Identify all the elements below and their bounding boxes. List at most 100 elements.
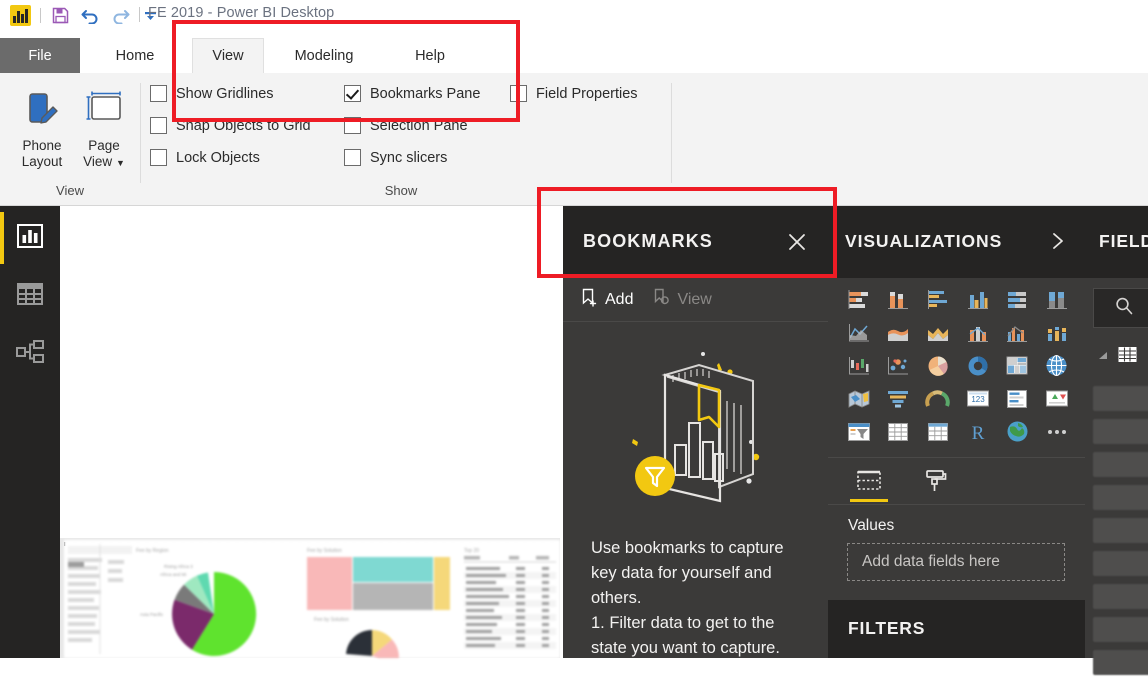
- view-bookmark-button[interactable]: View: [653, 288, 712, 312]
- map-icon[interactable]: [1037, 349, 1077, 382]
- list-item[interactable]: [1093, 386, 1148, 411]
- snap-objects-to-grid-label: Snap Objects to Grid: [176, 117, 311, 134]
- sidebar-item-model-view[interactable]: [0, 328, 60, 380]
- redo-icon[interactable]: [110, 5, 131, 26]
- line-and-stacked-column-chart-icon[interactable]: [958, 316, 998, 349]
- card-icon[interactable]: 123: [958, 382, 998, 415]
- arcgis-map-icon[interactable]: [997, 415, 1037, 448]
- line-chart-icon[interactable]: [839, 316, 879, 349]
- ribbon-group-show-label: Show: [384, 183, 418, 198]
- pie-chart-icon[interactable]: [918, 349, 958, 382]
- chevron-right-icon[interactable]: [1047, 230, 1069, 252]
- fields-pane-header: FIELDS: [1085, 206, 1148, 278]
- phone-layout-button[interactable]: Phone Layout: [8, 85, 76, 170]
- clustered-bar-chart-icon[interactable]: [918, 283, 958, 316]
- matrix-icon[interactable]: [918, 415, 958, 448]
- stacked-column-chart-icon[interactable]: [879, 283, 919, 316]
- svg-text:Fee by Region: Fee by Region: [136, 548, 169, 554]
- scatter-chart-icon[interactable]: [879, 349, 919, 382]
- list-item[interactable]: [1093, 617, 1148, 642]
- sync-slicers-label: Sync slicers: [370, 149, 448, 166]
- search-input[interactable]: [1093, 288, 1148, 328]
- area-chart-icon[interactable]: [879, 316, 919, 349]
- ribbon-chart-icon[interactable]: [1037, 316, 1077, 349]
- checkbox-bookmarks-pane[interactable]: Bookmarks Pane: [344, 85, 480, 102]
- list-item[interactable]: [1093, 419, 1148, 444]
- table-icon[interactable]: [879, 415, 919, 448]
- bookmarks-empty-state-text: Use bookmarks to capture key data for yo…: [591, 539, 784, 657]
- slicer-icon[interactable]: [839, 415, 879, 448]
- tab-home[interactable]: Home: [96, 38, 174, 73]
- field-properties-label: Field Properties: [536, 85, 638, 102]
- hundred-percent-stacked-bar-chart-icon[interactable]: [997, 283, 1037, 316]
- fields-list: [1093, 386, 1148, 683]
- multi-row-card-icon[interactable]: [997, 382, 1037, 415]
- snap-objects-to-grid-checkbox-box[interactable]: [150, 117, 167, 134]
- close-icon[interactable]: [784, 229, 810, 255]
- r-script-visual-icon[interactable]: R: [958, 415, 998, 448]
- visualizations-pane-title: VISUALIZATIONS: [845, 231, 1003, 251]
- add-data-fields-dropzone[interactable]: Add data fields here: [847, 543, 1065, 581]
- show-gridlines-checkbox-box[interactable]: [150, 85, 167, 102]
- field-well: Values Add data fields here: [828, 505, 1085, 600]
- lock-objects-checkbox-box[interactable]: [150, 149, 167, 166]
- list-item[interactable]: [1093, 452, 1148, 477]
- undo-icon[interactable]: [80, 5, 101, 26]
- tab-modeling[interactable]: Modeling: [270, 38, 378, 73]
- sidebar-item-report-view[interactable]: [0, 212, 60, 264]
- fields-table-row[interactable]: [1098, 346, 1137, 368]
- stacked-bar-chart-icon[interactable]: [839, 283, 879, 316]
- bookmarks-pane-title: BOOKMARKS: [583, 231, 713, 251]
- page-view-button[interactable]: Page View ▼: [70, 85, 138, 171]
- sync-slicers-checkbox-box[interactable]: [344, 149, 361, 166]
- page-view-icon: [81, 85, 127, 135]
- clustered-column-chart-icon[interactable]: [958, 283, 998, 316]
- bookmarks-pane-label: Bookmarks Pane: [370, 85, 481, 102]
- ribbon: Phone Layout Page View ▼ View Show Gridl…: [0, 73, 1148, 206]
- report-page-preview[interactable]: Fee by Region Rising Africa 3 Africa and…: [64, 540, 560, 664]
- model-view-icon: [15, 339, 45, 370]
- report-canvas[interactable]: Fee by Region Rising Africa 3 Africa and…: [60, 206, 560, 664]
- checkbox-snap-objects-to-grid[interactable]: Snap Objects to Grid: [150, 117, 311, 134]
- selection-pane-checkbox-box[interactable]: [344, 117, 361, 134]
- waterfall-chart-icon[interactable]: [839, 349, 879, 382]
- checkbox-sync-slicers[interactable]: Sync slicers: [344, 149, 447, 166]
- list-item[interactable]: [1093, 551, 1148, 576]
- ribbon-tab-strip: File Home View Modeling Help: [0, 38, 1148, 74]
- field-properties-checkbox-box[interactable]: [510, 85, 527, 102]
- filled-map-icon[interactable]: [839, 382, 879, 415]
- bookmarks-pane-checkbox-box[interactable]: [344, 85, 361, 102]
- svg-text:Fee by Solution: Fee by Solution: [307, 548, 342, 554]
- list-item[interactable]: [1093, 650, 1148, 675]
- line-and-clustered-column-chart-icon[interactable]: [997, 316, 1037, 349]
- list-item[interactable]: [1093, 485, 1148, 510]
- add-bookmark-button[interactable]: Add: [581, 288, 633, 312]
- donut-chart-icon[interactable]: [958, 349, 998, 382]
- hundred-percent-stacked-column-chart-icon[interactable]: [1037, 283, 1077, 316]
- expand-triangle-icon[interactable]: [1098, 348, 1109, 366]
- checkbox-selection-pane[interactable]: Selection Pane: [344, 117, 468, 134]
- data-view-icon: [16, 281, 44, 312]
- fields-tab[interactable]: [848, 458, 890, 504]
- list-item[interactable]: [1093, 584, 1148, 609]
- visualization-type-grid: 123 R: [839, 283, 1077, 448]
- save-icon[interactable]: [50, 5, 71, 26]
- more-options-icon[interactable]: [1037, 415, 1077, 448]
- tab-file[interactable]: File: [0, 38, 80, 73]
- checkbox-field-properties[interactable]: Field Properties: [510, 85, 638, 102]
- checkbox-lock-objects[interactable]: Lock Objects: [150, 149, 260, 166]
- tab-view[interactable]: View: [192, 38, 264, 73]
- list-item[interactable]: [1093, 518, 1148, 543]
- treemap-icon[interactable]: [997, 349, 1037, 382]
- kpi-icon[interactable]: [1037, 382, 1077, 415]
- sidebar-item-data-view[interactable]: [0, 270, 60, 322]
- view-bookmark-icon: [653, 288, 670, 312]
- funnel-chart-icon[interactable]: [879, 382, 919, 415]
- gauge-chart-icon[interactable]: [918, 382, 958, 415]
- qat-divider: [40, 7, 41, 23]
- stacked-area-chart-icon[interactable]: [918, 316, 958, 349]
- checkbox-show-gridlines[interactable]: Show Gridlines: [150, 85, 274, 102]
- tab-help[interactable]: Help: [394, 38, 466, 73]
- add-bookmark-label: Add: [605, 290, 634, 308]
- format-tab[interactable]: [914, 458, 956, 504]
